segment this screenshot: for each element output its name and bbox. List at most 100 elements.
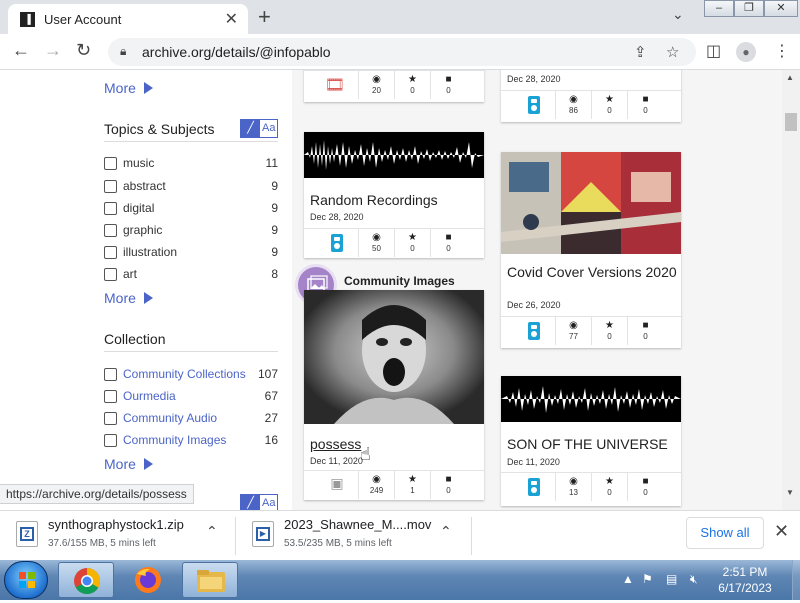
share-icon[interactable]: ⇪ [634,43,647,61]
facet-checkbox[interactable] [104,180,117,193]
facet-label[interactable]: Ourmedia [123,389,176,403]
browser-tab[interactable]: ▐ User Account ✕ [8,4,248,34]
facet-topic[interactable]: graphic 9 [104,221,278,241]
restore-icon[interactable]: ❐ [734,0,764,17]
profile-avatar-icon[interactable]: ● [736,42,756,62]
item-card[interactable]: 🎞︎ ◉ 20 ★ 0 ■ 0 [304,70,484,102]
volume-muted-icon[interactable]: 🔇︎ [690,572,698,587]
facet-checkbox[interactable] [104,412,117,425]
windows-logo [19,572,35,588]
lock-icon[interactable]: 🔒︎ [120,44,126,59]
facet-checkbox[interactable] [104,268,117,281]
facet-label[interactable]: illustration [123,245,177,259]
graffiti-thumbnail[interactable] [501,152,681,254]
facet-collection[interactable]: Community Audio 27 [104,409,278,429]
item-title[interactable]: possess [310,436,361,453]
facet-label[interactable]: graphic [123,223,162,237]
item-card[interactable]: Covid Cover Versions 2020 Dec 26, 2020 ◉… [501,152,681,348]
views-count: 249 [369,486,384,495]
address-bar[interactable]: 🔒︎ archive.org/details/@infopablo ⇪ ☆ [108,38,696,66]
chart-icon[interactable]: ╱ [241,495,260,510]
facet-topic[interactable]: music 11 [104,154,278,174]
facet-checkbox[interactable] [104,246,117,259]
facet-checkbox[interactable] [104,202,117,215]
facet-checkbox[interactable] [104,390,117,403]
chevron-up-icon[interactable]: ⌃ [440,523,452,540]
item-title[interactable]: Covid Cover Versions 2020 [507,264,677,281]
firefox-taskbar-button[interactable] [120,562,176,598]
scrollbar-thumb[interactable] [785,113,797,131]
chrome-taskbar-button[interactable] [58,562,114,598]
facet-collection[interactable]: Community Collections 107 [104,365,278,385]
toggle-text[interactable]: Aa [262,122,275,134]
facet-checkbox[interactable] [104,368,117,381]
more-link[interactable]: More [104,290,153,306]
download-item[interactable]: Z synthographystock1.zip 37.6/155 MB, 5 … [0,511,236,561]
facet-label[interactable]: Community Collections [123,367,246,381]
facet-checkbox[interactable] [104,224,117,237]
network-icon[interactable]: ▤ [666,572,677,586]
views-stat: ◉ 249 [358,471,394,499]
scroll-down-icon[interactable]: ▼ [786,488,794,497]
tab-search-chevron-icon[interactable]: ⌄ [672,6,684,23]
chevron-up-icon[interactable]: ⌃ [206,523,218,540]
views-stat: ◉ 13 [555,473,591,501]
page-scrollbar[interactable]: ▲ ▼ [782,70,800,510]
facet-checkbox[interactable] [104,157,117,170]
item-card[interactable]: Random Recordings Dec 28, 2020 ◉ 50 ★ 0 ■ 0 [304,132,484,258]
download-filename[interactable]: synthographystock1.zip [48,517,184,532]
show-all-button[interactable]: Show all [686,517,764,549]
chart-icon[interactable]: ╱ [241,120,260,137]
download-filename[interactable]: 2023_Shawnee_M....mov [284,517,431,532]
toggle-text[interactable]: Aa [262,497,275,509]
forward-arrow-icon[interactable]: → [44,40,62,61]
item-title[interactable]: Random Recordings [310,192,438,209]
facet-topic[interactable]: abstract 9 [104,177,278,197]
close-icon[interactable]: ✕ [774,521,789,542]
back-arrow-icon[interactable]: ← [12,40,30,61]
minimize-icon[interactable]: – [704,0,734,17]
window-close-icon[interactable]: ✕ [764,0,798,17]
item-card[interactable]: possess Dec 11, 2020 ▣ ◉ 249 ★ 1 ■ 0 [304,290,484,500]
show-desktop-button[interactable] [792,560,800,600]
waveform-thumbnail[interactable] [304,132,484,178]
comment-icon: ■ [445,232,452,243]
facet-label[interactable]: Community Images [123,433,226,447]
menu-kebab-icon[interactable]: ⋮ [774,41,790,61]
side-panel-icon[interactable]: ◫ [706,41,721,61]
facet-topic[interactable]: art 8 [104,265,278,285]
facet-collection[interactable]: Ourmedia 67 [104,387,278,407]
address-url[interactable]: archive.org/details/@infopablo [142,44,331,60]
explorer-taskbar-button[interactable] [182,562,238,598]
community-images-label[interactable]: Community Images [344,274,455,288]
zip-file-icon: Z [16,521,38,547]
action-center-flag-icon[interactable]: ⚑ [642,572,653,586]
chart-text-toggle[interactable]: ╱ Aa [240,119,278,138]
reload-icon[interactable]: ↻ [76,40,91,61]
scream-thumbnail[interactable] [304,290,484,424]
more-link[interactable]: More [104,80,153,96]
tray-expand-icon[interactable]: ▲ [622,572,634,586]
more-link[interactable]: More [104,456,153,472]
item-card[interactable]: SON OF THE UNIVERSE Dec 11, 2020 ◉ 13 ★ 0 … [501,376,681,506]
facet-label[interactable]: music [123,156,154,170]
facet-label[interactable]: Community Audio [123,411,217,425]
item-card[interactable]: Dec 28, 2020 ◉ 86 ★ 0 ■ 0 [501,70,681,122]
scroll-up-icon[interactable]: ▲ [786,73,794,82]
new-tab-plus-icon[interactable]: + [258,4,271,30]
facet-topic[interactable]: digital 9 [104,199,278,219]
facet-label[interactable]: abstract [123,179,166,193]
download-item[interactable]: ▶ 2023_Shawnee_M....mov 53.5/235 MB, 5 m… [236,511,472,561]
bookmark-star-icon[interactable]: ☆ [666,43,679,61]
item-title[interactable]: SON OF THE UNIVERSE [507,436,668,453]
taskbar-clock[interactable]: 2:51 PM 6/17/2023 [700,564,790,596]
facet-label[interactable]: art [123,267,137,281]
facet-label[interactable]: digital [123,201,154,215]
facet-topic[interactable]: illustration 9 [104,243,278,263]
facet-checkbox[interactable] [104,434,117,447]
facet-collection[interactable]: Community Images 16 [104,431,278,451]
waveform-thumbnail[interactable] [501,376,681,422]
chart-text-toggle[interactable]: ╱ Aa [240,494,278,510]
tab-close-icon[interactable]: ✕ [225,9,238,29]
windows-start-icon[interactable] [4,561,48,599]
